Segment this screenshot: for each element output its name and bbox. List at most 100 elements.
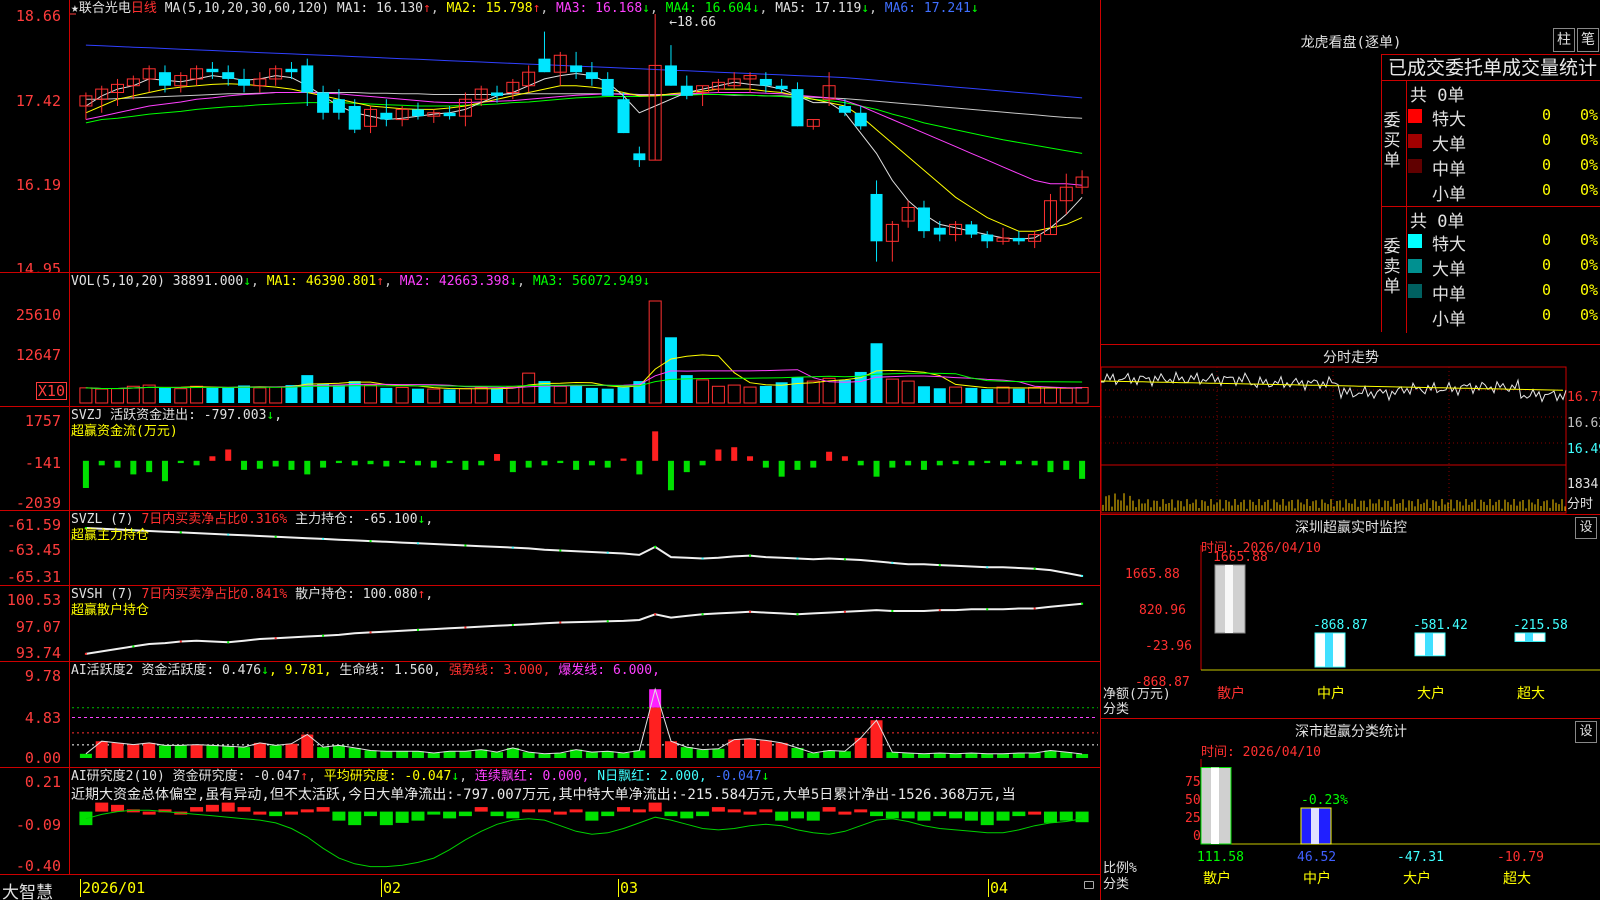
fund-flow-bar <box>1079 460 1086 479</box>
svzj-pane[interactable]: 1757 -141 -2039 SVZJ 活跃资金进出: -797.003↓, … <box>0 406 1100 510</box>
activity-bar <box>1012 752 1025 758</box>
research-bar <box>822 807 836 812</box>
volume-pane[interactable]: 25610 12647 X10 VOL(5,10,20) 38891.000↓,… <box>0 272 1100 406</box>
activity-bar <box>79 753 92 758</box>
sz-classify-panel[interactable]: 深市超赢分类统计 设 时间: 2026/04/10 -0.23% 111.58 散户… <box>1101 718 1600 900</box>
row-count: 0 <box>1542 156 1552 174</box>
ai-activity-pane[interactable]: 9.78 4.83 0.00 AI活跃度2 资金活跃度: 0.476↓, 9.7… <box>0 661 1100 767</box>
row-name: 小单 <box>1432 185 1466 205</box>
classify-category-label: 分类 <box>1103 877 1130 892</box>
fund-flow-bar <box>130 460 137 475</box>
volume-bar <box>301 375 314 403</box>
period-label[interactable]: 日线 <box>131 1 157 16</box>
sz-monitor-panel[interactable]: 深圳超赢实时监控 设 时间: 2026/04/10 1665.88 散户 -868.… <box>1101 514 1600 718</box>
row-name: 大单 <box>1432 260 1466 280</box>
ai2-t3: 连续飘红: 0.000, <box>474 769 590 784</box>
lhb-title: 龙虎看盘(逐单) <box>1300 35 1402 51</box>
sz-bar-highlight <box>1525 633 1533 642</box>
volume-bar <box>443 389 456 403</box>
volume-bar <box>806 380 820 404</box>
date-tick: 02 <box>381 879 402 897</box>
research-bar <box>964 811 978 821</box>
svzl-tail: , <box>425 512 434 527</box>
ma4-value: MA4: 16.604 <box>665 1 752 16</box>
fund-flow-bar <box>541 460 548 466</box>
sz-category: 散户 <box>1217 685 1245 702</box>
color-swatch <box>1408 259 1422 273</box>
volume-chart[interactable] <box>0 273 1100 406</box>
row-count: 0 <box>1542 306 1552 324</box>
price-chart[interactable]: ←18.66←14.95 <box>0 0 1100 272</box>
svsh-pane[interactable]: 100.53 97.07 93.74 SVSH (7) 7日内买卖净占比0.84… <box>0 585 1100 661</box>
ai-activity-y-tick: 9.78 <box>24 667 61 685</box>
activity-bar <box>475 749 488 758</box>
vol-ma3: MA3: 56072.949 <box>532 274 643 289</box>
research-bar <box>395 811 409 823</box>
sz-classify-chart[interactable]: -0.23% 111.58 散户 46.52 中户 -47.31 大户 -10.79 超大 <box>1101 719 1600 900</box>
ma-header: ★联合光电日线 MA(5,10,20,30,60,120) MA1: 16.13… <box>71 1 979 16</box>
candle-down <box>222 72 235 79</box>
fund-flow-bar <box>304 460 311 475</box>
fund-flow-bar <box>794 460 801 470</box>
sz-y-tick: 1665.88 <box>1125 567 1180 582</box>
activity-bar <box>269 745 282 758</box>
sz-y-tick: 820.96 <box>1139 603 1186 618</box>
sz-bar-highlight <box>1325 633 1333 667</box>
holding-point <box>464 626 467 629</box>
arrow-down-icon: ↓ <box>642 274 651 289</box>
intraday-panel[interactable]: 分时走势 16.75 16.62 16.49 1834 分时 <box>1101 344 1600 514</box>
fund-flow-bar <box>778 460 785 477</box>
ai1-t2: , 9.781, <box>268 663 332 678</box>
candle-down <box>538 58 551 73</box>
sell-row-super: 特大 0 0% <box>1406 229 1600 255</box>
price-y-tick: 14.95 <box>15 260 61 272</box>
price-pane[interactable]: ←18.66←14.95 18.66 17.42 16.19 14.95 ★联合… <box>0 0 1100 272</box>
holding-point <box>891 561 894 564</box>
volume-ma-line <box>85 372 1083 389</box>
intraday-chart[interactable] <box>1101 345 1600 514</box>
sell-row-medium: 中单 0 0% <box>1406 279 1600 305</box>
holding-point <box>179 640 182 643</box>
holding-line <box>85 527 1083 577</box>
lock-icon[interactable] <box>1084 881 1094 889</box>
sell-row-large: 大单 0 0% <box>1406 254 1600 280</box>
holding-point <box>654 545 657 548</box>
candle-down <box>633 153 646 161</box>
holding-point <box>891 609 894 612</box>
tick-view-button[interactable]: 笔 <box>1577 28 1599 52</box>
fund-flow-bar <box>225 449 232 461</box>
holding-point <box>322 537 325 540</box>
fund-flow-bar <box>620 458 627 461</box>
holding-point <box>843 558 846 561</box>
volume-ma-line <box>85 354 1083 390</box>
arrow-down-icon: ↓ <box>243 274 252 289</box>
activity-bar <box>190 744 203 758</box>
volume-bar <box>617 387 630 403</box>
candle-down <box>206 68 219 73</box>
ai-research-pane[interactable]: 0.21 -0.09 -0.40 AI研究度2(10) 资金研究度: -0.04… <box>0 767 1100 875</box>
fund-flow-bar <box>841 456 848 461</box>
svzl-y-tick: -63.45 <box>6 541 61 559</box>
row-count: 0 <box>1542 231 1552 249</box>
volume-bar <box>458 388 472 404</box>
volume-bar <box>901 380 915 404</box>
svsh-tail: , <box>425 587 434 602</box>
research-bar <box>348 811 362 826</box>
svzl-pane[interactable]: -61.59 -63.45 -65.31 SVZL (7) 7日内买卖净占比0.… <box>0 510 1100 585</box>
column-view-button[interactable]: 柱 <box>1553 28 1575 52</box>
favorite-star-icon[interactable]: ★ <box>71 1 79 16</box>
research-bar <box>253 811 267 815</box>
svzj-y-tick: 1757 <box>24 412 61 430</box>
volume-y-tick: 12647 <box>15 346 61 364</box>
candle-down <box>617 99 630 134</box>
volume-bar <box>838 379 851 403</box>
svsh-header: SVSH (7) 7日内买卖净占比0.841% 散户持仓: 100.080↑, <box>71 587 433 603</box>
lhb-panel: 龙虎看盘(逐单) 柱 笔 已成交委托单成交量统计 委买单 共 0单 特大 0 0% … <box>1101 0 1600 344</box>
row-count: 0 <box>1542 106 1552 124</box>
candle-down <box>981 234 994 242</box>
holding-point <box>938 609 941 612</box>
activity-bar <box>664 741 677 758</box>
fund-flow-bar <box>604 460 611 468</box>
lhb-header: 已成交委托单成交量统计 <box>1381 54 1600 80</box>
activity-bar <box>617 752 630 758</box>
